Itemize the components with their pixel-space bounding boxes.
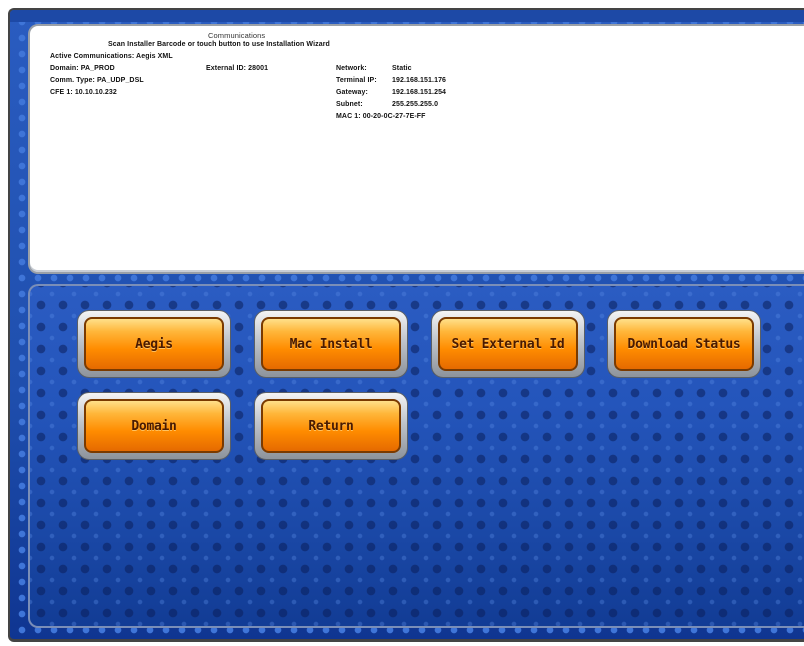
panel-title: Communications [208,31,266,40]
active-communications: Active Communications: Aegis XML [50,53,173,60]
terminal-ip-value: 192.168.151.176 [392,77,447,84]
mac-install-button[interactable]: Mac Install [261,317,401,371]
return-button-frame: Return [254,392,408,460]
set-external-id-button[interactable]: Set External Id [438,317,578,371]
download-status-button[interactable]: Download Status [614,317,754,371]
download-status-button-frame: Download Status [607,310,761,378]
instruction-text: Scan Installer Barcode or touch button t… [108,41,330,48]
gateway-label: Gateway: [336,89,368,96]
terminal-ip-label: Terminal IP: [336,77,377,84]
return-button[interactable]: Return [261,399,401,453]
network-value: Static [392,65,412,72]
top-border-strip [10,10,804,22]
subnet-label: Subnet: [336,101,363,108]
set-external-id-button-frame: Set External Id [431,310,585,378]
gateway-value: 192.168.151.254 [392,89,447,96]
communications-info-panel: Communications Scan Installer Barcode or… [28,24,804,274]
comm-type-value: Comm. Type: PA_UDP_DSL [50,77,144,84]
network-label: Network: [336,65,367,72]
domain-value: Domain: PA_PROD [50,65,115,72]
aegis-button[interactable]: Aegis [84,317,224,371]
domain-button[interactable]: Domain [84,399,224,453]
aegis-button-frame: Aegis [77,310,231,378]
mac-install-button-frame: Mac Install [254,310,408,378]
cfe-value: CFE 1: 10.10.10.232 [50,89,117,96]
domain-button-frame: Domain [77,392,231,460]
external-id-value: External ID: 28001 [206,65,269,72]
mac-address: MAC 1: 00-20-0C-27-7E-FF [336,113,426,120]
app-window: Communications Scan Installer Barcode or… [8,8,804,642]
subnet-value: 255.255.255.0 [392,101,439,108]
